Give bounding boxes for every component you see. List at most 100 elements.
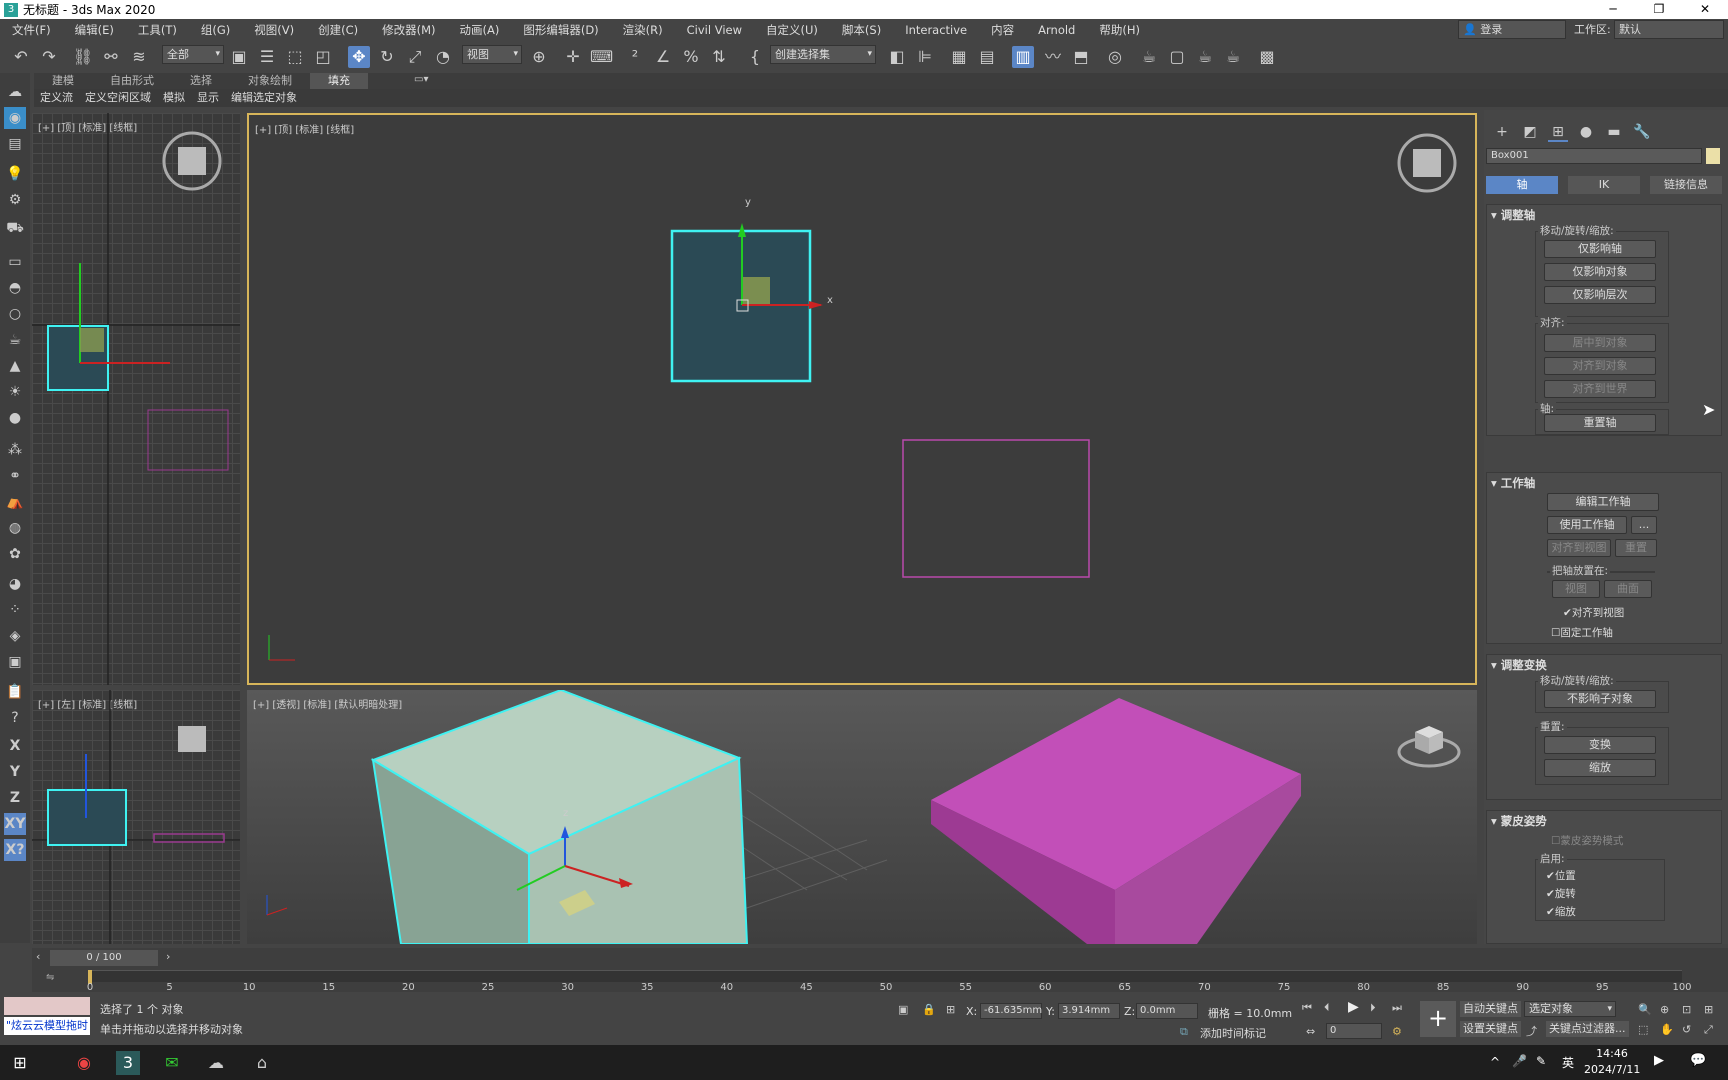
ribbon-subtab-4[interactable]: 编辑选定对象: [225, 89, 303, 107]
align-to-world-button[interactable]: 对齐到世界: [1544, 380, 1656, 398]
play-icon[interactable]: ▶: [1348, 999, 1359, 1015]
menu-item-7[interactable]: 动画(A): [448, 22, 512, 38]
place-surface-button[interactable]: 曲面: [1604, 580, 1652, 598]
help-icon[interactable]: ?: [4, 707, 26, 729]
render-iterative-icon[interactable]: ☕: [1222, 46, 1244, 68]
goto-end-icon[interactable]: ⏭: [1392, 1001, 1402, 1015]
display-icon[interactable]: ▣: [4, 651, 26, 673]
maxscript-listener[interactable]: [4, 997, 90, 1015]
camera-icon[interactable]: ⛺: [4, 491, 26, 513]
reset-working-pivot-button[interactable]: 重置: [1615, 539, 1657, 557]
isolate-icon[interactable]: ▣: [898, 1003, 908, 1016]
spinner-snap-icon[interactable]: ⇅: [708, 46, 730, 68]
dome-icon[interactable]: ◓: [4, 277, 26, 299]
redo-icon[interactable]: ↷: [38, 46, 60, 68]
maximize-button[interactable]: ❐: [1636, 0, 1682, 19]
menu-item-11[interactable]: 自定义(U): [754, 22, 830, 38]
teapot-icon[interactable]: ☕: [4, 329, 26, 351]
unlink-icon[interactable]: ⚯: [100, 46, 122, 68]
rollout-title[interactable]: ▾ 蒙皮姿势: [1491, 813, 1547, 829]
ribbon-tab-4[interactable]: 填充: [310, 73, 368, 89]
ribbon-tab-0[interactable]: 建模: [34, 73, 92, 89]
menu-item-0[interactable]: 文件(F): [0, 22, 63, 38]
set-key-button[interactable]: 设置关键点: [1460, 1021, 1521, 1037]
y-coordinate-field[interactable]: 3.914mm: [1058, 1003, 1120, 1019]
menu-item-4[interactable]: 视图(V): [242, 22, 306, 38]
undo-icon[interactable]: ↶: [10, 46, 32, 68]
menu-item-2[interactable]: 工具(T): [126, 22, 189, 38]
set-key-big-button[interactable]: +: [1420, 1001, 1456, 1037]
axis-y-icon[interactable]: Y: [4, 761, 26, 783]
object-name-field[interactable]: Box001: [1486, 148, 1702, 164]
affect-object-only-button[interactable]: 仅影响对象: [1544, 263, 1656, 281]
enable-position-checkbox[interactable]: ✔位置: [1546, 868, 1576, 883]
palette-icon[interactable]: ⁘: [4, 599, 26, 621]
viewport-top-small[interactable]: [+] [顶] [标准] [线框]: [32, 113, 240, 685]
use-working-pivot-button[interactable]: 使用工作轴: [1547, 516, 1627, 534]
enable-rotation-checkbox[interactable]: ✔旋转: [1546, 886, 1576, 901]
viewport-perspective[interactable]: [+] [透视] [标准] [默认明暗处理] z: [247, 690, 1477, 944]
viewcube[interactable]: [178, 147, 206, 175]
plant-icon[interactable]: ✿: [4, 543, 26, 565]
ime-indicator[interactable]: 英: [1562, 1054, 1574, 1071]
material-editor-icon[interactable]: ◎: [1104, 46, 1126, 68]
edit-working-pivot-button[interactable]: 编辑工作轴: [1547, 493, 1659, 511]
percent-snap-icon[interactable]: %: [680, 46, 702, 68]
globe-icon[interactable]: ◍: [4, 517, 26, 539]
affect-hierarchy-only-button[interactable]: 仅影响层次: [1544, 286, 1656, 304]
close-button[interactable]: ✕: [1682, 0, 1728, 19]
windows-start-icon[interactable]: ⊞: [8, 1051, 32, 1075]
key-set-dropdown[interactable]: 选定对象: [1524, 1001, 1616, 1017]
render-setup-icon[interactable]: ☕: [1138, 46, 1160, 68]
curve-editor-icon[interactable]: 〰: [1042, 46, 1064, 68]
viewport-top-main[interactable]: [+] [顶] [标准] [线框] y x: [247, 113, 1477, 685]
3dsmax-taskbar-icon[interactable]: 3: [116, 1051, 140, 1075]
prev-key-icon[interactable]: ⏴: [1324, 1001, 1330, 1015]
modify-tab-icon[interactable]: ◩: [1520, 122, 1540, 142]
timeline-filter-icon[interactable]: ⇋: [46, 972, 54, 983]
material-sphere-icon[interactable]: ◕: [4, 573, 26, 595]
layer-explorer-icon[interactable]: ▦: [948, 46, 970, 68]
select-scale-icon[interactable]: ⤢: [404, 46, 426, 68]
maxscript-input[interactable]: "炫云云模型拖时: [4, 1017, 90, 1035]
tool-icon-1[interactable]: ☁: [4, 81, 26, 103]
viewcube[interactable]: [178, 726, 206, 752]
time-slider[interactable]: 0 / 100: [50, 950, 158, 966]
rollout-title[interactable]: ▾ 调整轴: [1491, 207, 1535, 223]
window-crossing-icon[interactable]: ◰: [312, 46, 334, 68]
mic-icon[interactable]: 🎤: [1512, 1054, 1527, 1068]
key-tangent-icon[interactable]: ⤴: [1526, 1023, 1537, 1039]
toggle-ribbon-icon[interactable]: ▤: [976, 46, 998, 68]
utilities-tab-icon[interactable]: 🔧: [1632, 122, 1652, 142]
working-pivot-options-button[interactable]: ...: [1631, 516, 1657, 534]
mirror-icon[interactable]: ◧: [886, 46, 908, 68]
select-place-icon[interactable]: ◔: [432, 46, 454, 68]
pen-icon[interactable]: ✎: [1536, 1054, 1546, 1068]
axis-x-icon[interactable]: X: [4, 735, 26, 757]
render-gallery-icon[interactable]: ▩: [1256, 46, 1278, 68]
app-icon-5[interactable]: ⌂: [250, 1051, 274, 1075]
bind-spacewarp-icon[interactable]: ≋: [128, 46, 150, 68]
align-to-object-button[interactable]: 对齐到对象: [1544, 357, 1656, 375]
tool-icon-2[interactable]: ◉: [4, 107, 26, 129]
zoom-icon[interactable]: 🔍: [1638, 1003, 1652, 1016]
tab-link-info[interactable]: 链接信息: [1650, 176, 1722, 194]
z-coordinate-field[interactable]: 0.0mm: [1136, 1003, 1198, 1019]
time-config-icon[interactable]: ⚙: [1392, 1025, 1402, 1038]
disc-icon[interactable]: ●: [4, 407, 26, 429]
plane-icon[interactable]: ▭: [4, 251, 26, 273]
ribbon-subtab-1[interactable]: 定义空闲区域: [79, 89, 157, 107]
key-mode-icon[interactable]: ⇔: [1306, 1025, 1315, 1038]
x-coordinate-field[interactable]: -61.635mm: [980, 1003, 1042, 1019]
snap-icon[interactable]: ²: [624, 46, 646, 68]
align-to-view-button[interactable]: 对齐到视图: [1547, 539, 1611, 557]
edit-named-sel-icon[interactable]: {: [744, 46, 766, 68]
select-by-name-icon[interactable]: ☰: [256, 46, 278, 68]
sphere-icon[interactable]: ○: [4, 303, 26, 325]
clipboard-icon[interactable]: 📋: [4, 681, 26, 703]
select-move-icon[interactable]: ✥: [348, 46, 370, 68]
zoom-extents-icon[interactable]: ⊡: [1682, 1003, 1691, 1016]
keyboard-shortcut-icon[interactable]: ⌨: [590, 46, 613, 68]
link-icon[interactable]: ⛓: [72, 46, 94, 68]
axis-xy-icon[interactable]: XY: [4, 813, 26, 835]
